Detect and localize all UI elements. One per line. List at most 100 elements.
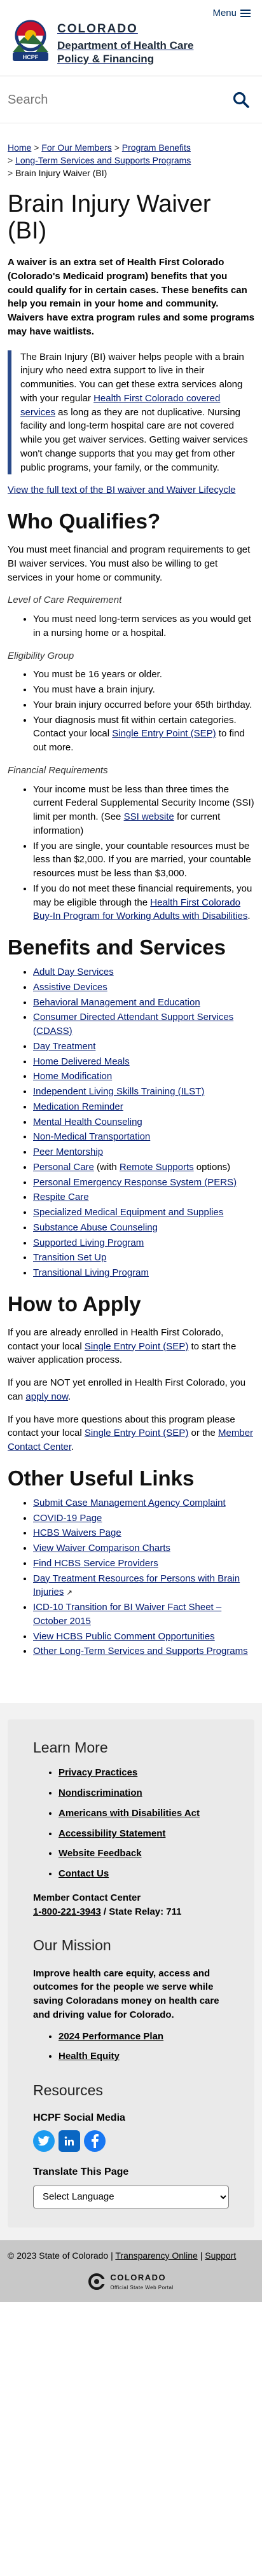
- benefit-link[interactable]: Independent Living Skills Training (ILST…: [33, 1086, 204, 1097]
- list-item: Website Feedback: [59, 1847, 229, 1861]
- transparency-link[interactable]: Transparency Online: [115, 2250, 197, 2261]
- logo-state: COLORADO: [57, 22, 138, 36]
- list-item: Find HCBS Service Providers: [33, 1557, 254, 1571]
- social-title: HCPF Social Media: [33, 2112, 125, 2123]
- benefit-link[interactable]: Home Modification: [33, 1071, 112, 1082]
- list-item: Substance Abuse Counseling: [33, 1221, 254, 1235]
- breadcrumb-separator: >: [114, 142, 122, 153]
- breadcrumb-ltss[interactable]: Long-Term Services and Supports Programs: [15, 155, 191, 165]
- benefit-link[interactable]: Adult Day Services: [33, 967, 114, 977]
- site-footer: Learn More Privacy Practices Nondiscrimi…: [0, 1703, 262, 2240]
- external-link-icon: ↗: [66, 1589, 72, 1597]
- footer-link[interactable]: Nondiscrimination: [59, 1787, 142, 1798]
- benefit-link[interactable]: Day Treatment: [33, 1041, 95, 1052]
- list-item: Consumer Directed Attendant Support Serv…: [33, 1010, 254, 1038]
- benefit-link[interactable]: Medication Reminder: [33, 1101, 123, 1112]
- personal-care-link[interactable]: Personal Care: [33, 1162, 94, 1173]
- breadcrumb-home[interactable]: Home: [8, 142, 31, 153]
- footer-link[interactable]: Privacy Practices: [59, 1767, 137, 1778]
- main-content: Home > For Our Members > Program Benefit…: [0, 141, 262, 1658]
- ssi-website-link[interactable]: SSI website: [124, 811, 174, 822]
- contact-phone-line: 1-800-221-3943 / State Relay: 711: [33, 1905, 229, 1919]
- benefit-link[interactable]: Transition Set Up: [33, 1252, 106, 1263]
- breadcrumb-members[interactable]: For Our Members: [41, 142, 111, 153]
- learn-more-heading: Learn More: [33, 1739, 108, 1756]
- contact-center-label: Member Contact Center: [33, 1892, 141, 1903]
- benefit-link[interactable]: Behavioral Management and Education: [33, 997, 200, 1008]
- full-text-link[interactable]: View the full text of the BI waiver and …: [8, 485, 236, 495]
- benefit-link[interactable]: Mental Health Counseling: [33, 1117, 142, 1127]
- list-item: Adult Day Services: [33, 965, 254, 979]
- resources-heading: Resources: [33, 2082, 103, 2099]
- site-logo[interactable]: HCPF COLORADO Department of Health Care …: [9, 18, 193, 65]
- language-select[interactable]: Select Language: [33, 2185, 229, 2208]
- list-item: Behavioral Management and Education: [33, 996, 254, 1010]
- twitter-icon[interactable]: [33, 2130, 55, 2152]
- breadcrumb-benefits[interactable]: Program Benefits: [122, 142, 191, 153]
- useful-link[interactable]: Other Long-Term Services and Supports Pr…: [33, 1646, 248, 1656]
- useful-link[interactable]: COVID-19 Page: [33, 1513, 102, 1524]
- linkedin-icon[interactable]: [59, 2130, 80, 2152]
- useful-link[interactable]: Day Treatment Resources for Persons with…: [33, 1573, 240, 1598]
- financial-item3-end: .: [247, 911, 251, 922]
- support-link[interactable]: Support: [205, 2250, 236, 2261]
- benefit-link[interactable]: Consumer Directed Attendant Support Serv…: [33, 1012, 233, 1037]
- list-item: You must have a brain injury.: [33, 683, 254, 697]
- useful-link[interactable]: ICD-10 Transition for BI Waiver Fact She…: [33, 1602, 221, 1627]
- useful-link[interactable]: HCBS Waivers Page: [33, 1527, 121, 1538]
- mission-list: 2024 Performance Plan Health Equity: [33, 2030, 229, 2064]
- colorado-portal-logo[interactable]: COLORADO Official State Web Portal: [8, 2272, 254, 2291]
- financial-heading: Financial Requirements: [8, 764, 108, 776]
- sep-link[interactable]: Single Entry Point (SEP): [85, 1341, 188, 1352]
- benefit-link[interactable]: Substance Abuse Counseling: [33, 1222, 158, 1233]
- benefit-link[interactable]: Respite Care: [33, 1192, 89, 1202]
- footer-link[interactable]: Health Equity: [59, 2051, 120, 2062]
- financial-list: Your income must be less than three time…: [8, 783, 254, 924]
- sep-link[interactable]: Single Entry Point (SEP): [112, 728, 216, 739]
- links-heading: Other Useful Links: [8, 1466, 195, 1490]
- benefit-link[interactable]: Peer Mentorship: [33, 1147, 103, 1157]
- logo-dept-line1: Department of Health Care: [57, 39, 194, 52]
- mission-heading: Our Mission: [33, 1937, 111, 1954]
- bottom-links: © 2023 State of Colorado | Transparency …: [8, 2249, 254, 2262]
- benefit-link[interactable]: Transitional Living Program: [33, 1267, 149, 1278]
- useful-link[interactable]: Submit Case Management Agency Complaint: [33, 1498, 226, 1508]
- footer-link[interactable]: Accessibility Statement: [59, 1828, 165, 1839]
- list-item: ICD-10 Transition for BI Waiver Fact She…: [33, 1601, 254, 1629]
- footer-panel: Learn More Privacy Practices Nondiscrimi…: [8, 1719, 254, 2228]
- list-item: Transition Set Up: [33, 1251, 254, 1265]
- phone-link[interactable]: 1-800-221-3943: [33, 1906, 101, 1917]
- bottom-logo-sub: Official State Web Portal: [110, 2285, 174, 2291]
- benefit-link[interactable]: Personal Emergency Response System (PERS…: [33, 1177, 237, 1188]
- menu-button[interactable]: Menu: [212, 6, 251, 20]
- level-of-care-list: You must need long-term services as you …: [8, 612, 254, 640]
- benefit-link[interactable]: Non-Medical Transportation: [33, 1131, 150, 1142]
- facebook-icon[interactable]: [84, 2130, 106, 2152]
- benefit-link[interactable]: Specialized Medical Equipment and Suppli…: [33, 1207, 223, 1218]
- footer-link[interactable]: Americans with Disabilities Act: [59, 1808, 200, 1819]
- apply-now-link[interactable]: apply now: [25, 1391, 68, 1402]
- search-button[interactable]: [229, 88, 253, 112]
- list-item: Health Equity: [59, 2049, 229, 2063]
- useful-link[interactable]: View Waiver Comparison Charts: [33, 1543, 170, 1553]
- breadcrumb-current: Brain Injury Waiver (BI): [15, 168, 107, 178]
- list-item: Your income must be less than three time…: [33, 783, 254, 838]
- list-item: Non-Medical Transportation: [33, 1130, 254, 1144]
- search-input[interactable]: [8, 86, 217, 113]
- sep-link[interactable]: Single Entry Point (SEP): [85, 1428, 188, 1438]
- benefit-link[interactable]: Home Delivered Meals: [33, 1056, 130, 1067]
- list-item: Personal Emergency Response System (PERS…: [33, 1176, 254, 1190]
- list-item: View Waiver Comparison Charts: [33, 1541, 254, 1555]
- footer-link[interactable]: Contact Us: [59, 1868, 109, 1879]
- useful-link[interactable]: Find HCBS Service Providers: [33, 1558, 158, 1569]
- logo-dept-line2: Policy & Financing: [57, 52, 155, 65]
- useful-link[interactable]: View HCBS Public Comment Opportunities: [33, 1631, 215, 1642]
- benefit-link[interactable]: Supported Living Program: [33, 1237, 144, 1248]
- benefit-link[interactable]: Assistive Devices: [33, 982, 107, 993]
- footer-link[interactable]: Website Feedback: [59, 1848, 142, 1859]
- hamburger-icon: [240, 9, 251, 17]
- benefits-heading: Benefits and Services: [8, 935, 226, 959]
- footer-link[interactable]: 2024 Performance Plan: [59, 2031, 163, 2042]
- remote-supports-link[interactable]: Remote Supports: [120, 1162, 194, 1173]
- list-item: Assistive Devices: [33, 981, 254, 995]
